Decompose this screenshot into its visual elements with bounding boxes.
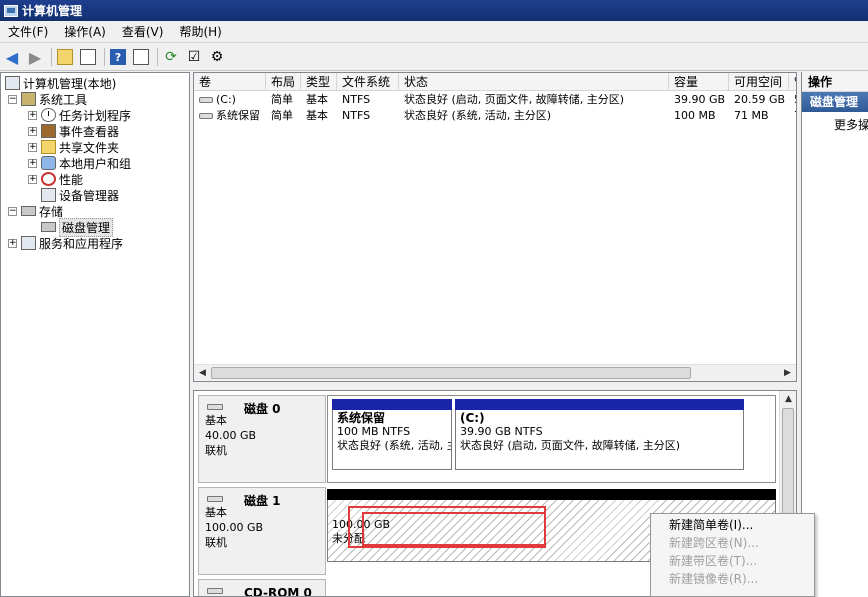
tree-item-services[interactable]: + 服务和应用程序 [8, 235, 123, 251]
toolbar-separator [51, 48, 52, 66]
tree-item-storage[interactable]: − 存储 [8, 203, 63, 219]
disk-1-info[interactable]: 磁盘 1 基本 100.00 GB 联机 [198, 487, 326, 575]
up-folder-icon[interactable] [55, 47, 75, 67]
tree-item-task-scheduler[interactable]: + 任务计划程序 [28, 107, 131, 123]
menu-action[interactable]: 操作(A) [56, 23, 114, 40]
tree-item-local-users[interactable]: + 本地用户和组 [28, 155, 131, 171]
expand-icon[interactable]: + [28, 158, 37, 168]
settings-icon[interactable]: ⚙ [207, 47, 227, 67]
menu-new-mirrored-volume[interactable]: 新建镜像卷(R)... [651, 570, 814, 588]
volume-icon [199, 97, 213, 103]
expand-icon[interactable]: + [28, 142, 37, 152]
collapse-icon[interactable]: − [8, 94, 17, 104]
menu-new-spanned-volume[interactable]: 新建跨区卷(N)... [651, 534, 814, 552]
show-hide-action-pane-icon[interactable] [131, 47, 151, 67]
device-manager-icon [41, 188, 56, 202]
volume-list: 卷 布局 类型 文件系统 状态 容量 可用空间 % (C:) 简单 基本 NTF… [193, 72, 797, 382]
col-percent[interactable]: % [789, 73, 796, 91]
expand-icon[interactable]: + [28, 110, 37, 120]
menu-view[interactable]: 查看(V) [114, 23, 172, 40]
menu-bar: 文件(F) 操作(A) 查看(V) 帮助(H) [0, 21, 868, 43]
expand-icon[interactable]: + [28, 174, 37, 184]
menu-new-simple-volume[interactable]: 新建简单卷(I)... [651, 516, 814, 534]
navigation-tree: 计算机管理(本地) − 系统工具 + 任务计划程序 + 事件查看器 + 共享文件… [0, 72, 190, 597]
toolbar-separator [104, 48, 105, 66]
col-type[interactable]: 类型 [301, 73, 337, 91]
services-icon [21, 236, 36, 250]
cdrom-icon [207, 588, 223, 594]
col-volume[interactable]: 卷 [194, 73, 266, 91]
horizontal-scrollbar[interactable]: ◀ ▶ [194, 364, 796, 381]
col-status[interactable]: 状态 [399, 73, 669, 91]
cdrom-0-info[interactable]: CD-ROM 0 [198, 579, 326, 597]
volume-icon [199, 113, 213, 119]
menu-file[interactable]: 文件(F) [0, 23, 56, 40]
event-log-icon [41, 124, 56, 138]
partition-c[interactable]: (C:) 39.90 GB NTFS 状态良好 (启动, 页面文件, 故障转储,… [455, 399, 744, 470]
col-layout[interactable]: 布局 [266, 73, 301, 91]
performance-icon [41, 172, 56, 186]
tree-item-shared-folders[interactable]: + 共享文件夹 [28, 139, 119, 155]
disk-name: 磁盘 1 [244, 494, 281, 508]
storage-icon [21, 206, 36, 216]
shared-folder-icon [41, 140, 56, 154]
tree-item-performance[interactable]: + 性能 [28, 171, 83, 187]
volume-list-header: 卷 布局 类型 文件系统 状态 容量 可用空间 % [194, 73, 796, 91]
window-title: 计算机管理 [22, 4, 83, 18]
table-row[interactable]: (C:) 简单 基本 NTFS 状态良好 (启动, 页面文件, 故障转储, 主分… [194, 92, 796, 108]
highlight-box-inner [362, 512, 546, 546]
context-menu: 新建简单卷(I)... 新建跨区卷(N)... 新建带区卷(T)... 新建镜像… [650, 513, 815, 597]
disk-icon [207, 496, 223, 502]
properties-icon[interactable]: ☑ [184, 47, 204, 67]
scroll-left-icon[interactable]: ◀ [194, 365, 211, 381]
help-icon[interactable]: ? [108, 47, 128, 67]
window-titlebar: 计算机管理 [0, 0, 868, 21]
disk-name: CD-ROM 0 [244, 586, 312, 597]
scrollbar-thumb[interactable] [211, 367, 691, 379]
disk-name: 磁盘 0 [244, 402, 281, 416]
collapse-icon[interactable]: − [8, 206, 17, 216]
clock-icon [41, 108, 56, 122]
tree-item-device-manager[interactable]: 设备管理器 [41, 187, 119, 203]
col-free-space[interactable]: 可用空间 [729, 73, 789, 91]
col-filesystem[interactable]: 文件系统 [337, 73, 399, 91]
tree-item-root[interactable]: 计算机管理(本地) [5, 75, 116, 91]
pane-splitter[interactable] [193, 382, 797, 390]
actions-header: 操作 [802, 72, 868, 92]
computer-icon [5, 76, 20, 90]
partition-system-reserved[interactable]: 系统保留 100 MB NTFS 状态良好 (系统, 活动, 主分区) [332, 399, 452, 470]
menu-new-striped-volume[interactable]: 新建带区卷(T)... [651, 552, 814, 570]
scroll-right-icon[interactable]: ▶ [779, 365, 796, 381]
disk-icon [207, 404, 223, 410]
toolbar-separator [157, 48, 158, 66]
scroll-up-icon[interactable]: ▲ [780, 391, 796, 408]
back-arrow-icon[interactable]: ◀ [2, 47, 22, 67]
actions-section-disk-management[interactable]: 磁盘管理 [802, 92, 868, 112]
expand-icon[interactable]: + [8, 238, 17, 248]
toolbar: ◀ ▶ ? ⟳ ☑ ⚙ [0, 44, 868, 71]
tree-item-system-tools[interactable]: − 系统工具 [8, 91, 87, 107]
refresh-icon[interactable]: ⟳ [161, 47, 181, 67]
disk-0-partitions: 系统保留 100 MB NTFS 状态良好 (系统, 活动, 主分区) (C:)… [327, 395, 776, 483]
users-icon [41, 156, 56, 170]
tools-icon [21, 92, 36, 106]
expand-icon[interactable]: + [28, 126, 37, 136]
forward-arrow-icon[interactable]: ▶ [25, 47, 45, 67]
menu-help[interactable]: 帮助(H) [171, 23, 229, 40]
tree-item-disk-management[interactable]: 磁盘管理 [41, 217, 114, 237]
computer-management-icon [4, 4, 18, 17]
tree-item-event-viewer[interactable]: + 事件查看器 [28, 123, 119, 139]
disk-management-icon [41, 222, 56, 232]
more-actions-link[interactable]: 更多操作 [802, 115, 868, 135]
show-hide-tree-icon[interactable] [78, 47, 98, 67]
disk-0-info[interactable]: 磁盘 0 基本 40.00 GB 联机 [198, 395, 326, 483]
col-capacity[interactable]: 容量 [669, 73, 729, 91]
table-row[interactable]: 系统保留 简单 基本 NTFS 状态良好 (系统, 活动, 主分区) 100 M… [194, 108, 796, 124]
